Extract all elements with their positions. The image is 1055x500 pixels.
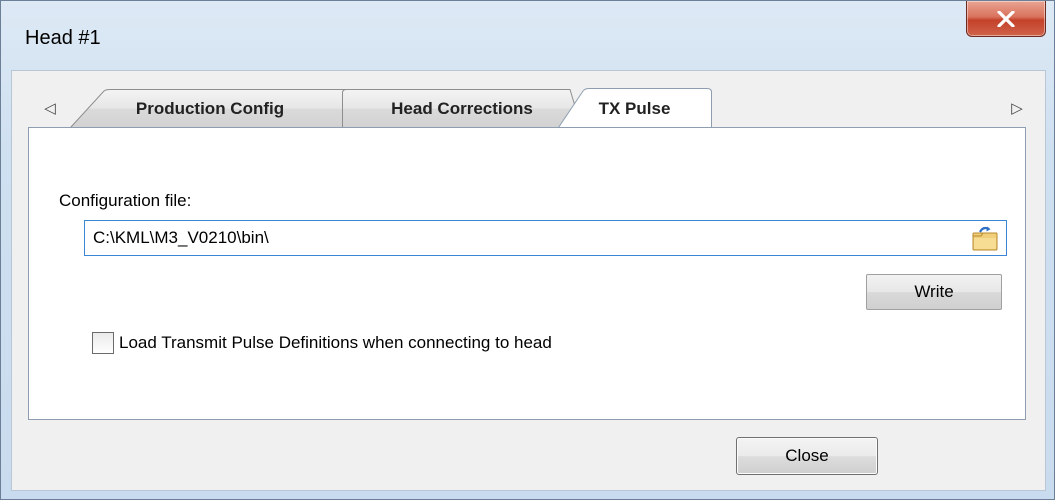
tab-production-config[interactable]: Production Config bbox=[70, 89, 350, 128]
tab-tx-pulse[interactable]: TX Pulse bbox=[557, 88, 712, 129]
load-transmit-pulse-label[interactable]: Load Transmit Pulse Definitions when con… bbox=[119, 333, 552, 353]
configuration-file-label: Configuration file: bbox=[59, 191, 192, 210]
write-button[interactable]: Write bbox=[866, 274, 1002, 310]
load-transmit-pulse-checkbox[interactable] bbox=[92, 332, 114, 354]
window-title: Head #1 bbox=[25, 27, 101, 49]
folder-browse-icon bbox=[972, 226, 998, 251]
dialog-client-area: ◁ ▷ Production Config Head Corrections T… bbox=[11, 70, 1046, 491]
tab-panel-tx-pulse: Configuration file: Write Load Transmit … bbox=[28, 127, 1026, 420]
tab-label: TX Pulse bbox=[598, 98, 671, 118]
title-bar[interactable]: Head #1 bbox=[1, 1, 1054, 71]
tab-head-corrections[interactable]: Head Corrections bbox=[342, 89, 582, 128]
write-button-label: Write bbox=[914, 282, 954, 301]
configuration-file-input[interactable] bbox=[84, 220, 1007, 256]
close-button[interactable]: Close bbox=[736, 437, 878, 475]
chevron-right-icon[interactable]: ▷ bbox=[1007, 99, 1027, 117]
tab-label: Head Corrections bbox=[391, 98, 533, 118]
browse-button[interactable] bbox=[970, 225, 1000, 252]
tab-label: Production Config bbox=[135, 98, 285, 118]
dialog-window: Head #1 ◁ ▷ Production Config Head Corre… bbox=[0, 0, 1055, 500]
close-icon bbox=[997, 10, 1015, 27]
window-close-button[interactable] bbox=[966, 1, 1046, 37]
close-button-label: Close bbox=[785, 446, 829, 465]
chevron-left-icon[interactable]: ◁ bbox=[40, 99, 60, 117]
